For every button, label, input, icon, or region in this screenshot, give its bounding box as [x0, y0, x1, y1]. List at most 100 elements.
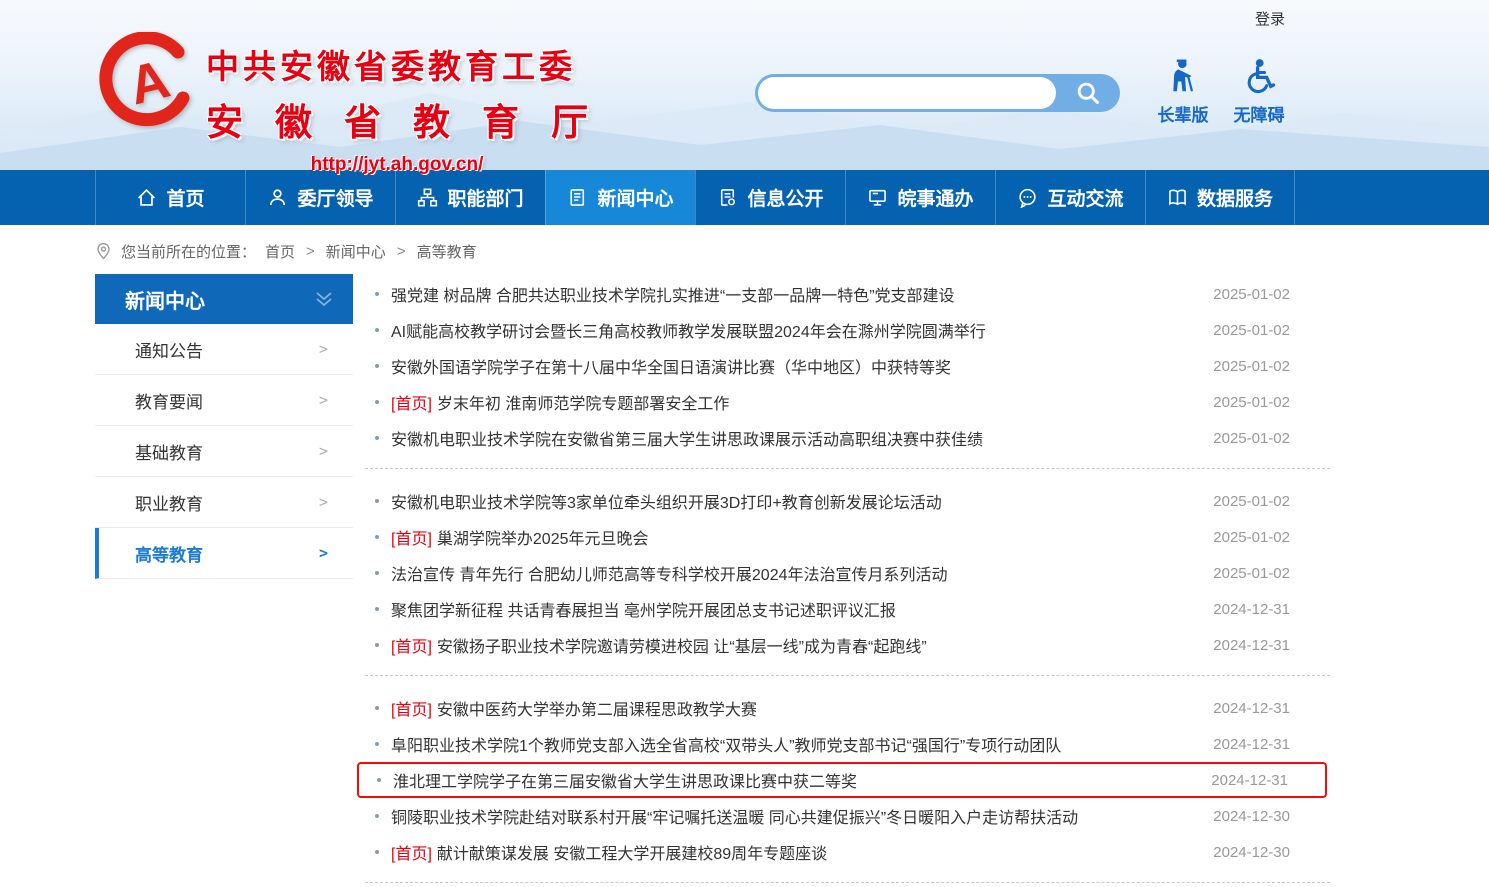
- chevron-right-icon: >: [319, 340, 328, 358]
- news-item[interactable]: 聚焦团学新征程 共话青春展担当 亳州学院开展团总支书记述职评议汇报 2024-1…: [365, 591, 1330, 627]
- sidebar-item-notices[interactable]: 通知公告 >: [95, 324, 353, 375]
- news-item[interactable]: 强党建 树品牌 合肥共达职业技术学院扎实推进“一支部一品牌一特色”党支部建设 2…: [365, 276, 1330, 312]
- location-pin-icon: [95, 242, 112, 261]
- news-title[interactable]: 聚焦团学新征程 共话青春展担当 亳州学院开展团总支书记述职评议汇报: [391, 597, 896, 621]
- bullet-dot: [375, 292, 379, 296]
- nav-item-info[interactable]: 信息公开: [695, 170, 845, 225]
- nav-item-services[interactable]: 皖事通办: [845, 170, 995, 225]
- bullet-dot: [375, 364, 379, 368]
- chat-icon: [1017, 187, 1038, 208]
- login-link[interactable]: 登录: [1255, 8, 1285, 29]
- breadcrumb-current[interactable]: 高等教育: [417, 241, 477, 262]
- news-item[interactable]: [首页] 安徽扬子职业技术学院邀请劳模进校园 让“基层一线”成为青春“起跑线” …: [365, 627, 1330, 663]
- bullet-dot: [375, 643, 379, 647]
- news-title[interactable]: 强党建 树品牌 合肥共达职业技术学院扎实推进“一支部一品牌一特色”党支部建设: [391, 282, 955, 306]
- news-date: 2025-01-02: [1193, 565, 1290, 582]
- news-title[interactable]: 献计献策谋发展 安徽工程大学开展建校89周年专题座谈: [437, 840, 827, 864]
- elder-version-label: 长辈版: [1148, 101, 1218, 126]
- bullet-dot: [375, 571, 379, 575]
- news-title[interactable]: 法治宣传 青年先行 合肥幼儿师范高等专科学校开展2024年法治宣传月系列活动: [391, 561, 948, 585]
- bullet-dot: [375, 535, 379, 539]
- monitor-icon: [867, 187, 888, 208]
- news-title[interactable]: 淮北理工学院学子在第三届安徽省大学生讲思政课比赛中获二等奖: [393, 768, 857, 792]
- news-item[interactable]: 安徽外国语学院学子在第十八届中华全国日语演讲比赛（华中地区）中获特等奖 2025…: [365, 348, 1330, 384]
- news-title[interactable]: 安徽扬子职业技术学院邀请劳模进校园 让“基层一线”成为青春“起跑线”: [437, 633, 927, 657]
- breadcrumb-home[interactable]: 首页: [265, 241, 295, 262]
- news-date: 2024-12-31: [1191, 772, 1288, 789]
- site-banner: 登录 A 中共安徽省委教育工委 安徽省教育厅 http://jyt.ah.gov…: [0, 0, 1489, 170]
- news-date: 2024-12-31: [1193, 601, 1290, 618]
- nav-item-data[interactable]: 数据服务: [1145, 170, 1295, 225]
- news-list: 强党建 树品牌 合肥共达职业技术学院扎实推进“一支部一品牌一特色”党支部建设 2…: [365, 274, 1330, 883]
- elder-version-button[interactable]: 长辈版: [1148, 58, 1218, 126]
- nav-item-news[interactable]: 新闻中心: [545, 170, 695, 225]
- nav-label: 首页: [166, 184, 204, 211]
- news-group: 安徽机电职业技术学院等3家单位牵头组织开展3D打印+教育创新发展论坛活动 202…: [365, 469, 1330, 676]
- news-date: 2025-01-02: [1193, 358, 1290, 375]
- person-icon: [267, 187, 288, 208]
- news-item[interactable]: [首页] 安徽中医药大学举办第二届课程思政教学大赛 2024-12-31: [365, 690, 1330, 726]
- sidebar-item-vocational-edu[interactable]: 职业教育 >: [95, 477, 353, 528]
- search-button[interactable]: [1056, 74, 1120, 112]
- news-item[interactable]: [首页] 岁末年初 淮南师范学院专题部署安全工作 2025-01-02: [365, 384, 1330, 420]
- news-icon: [567, 187, 588, 208]
- news-title[interactable]: 安徽中医药大学举办第二届课程思政教学大赛: [437, 696, 757, 720]
- news-tag: [首页]: [391, 633, 432, 657]
- sidebar-header[interactable]: 新闻中心: [95, 274, 353, 324]
- breadcrumb-news-center[interactable]: 新闻中心: [326, 241, 386, 262]
- news-title[interactable]: AI赋能高校教学研讨会暨长三角高校教师教学发展联盟2024年会在滁州学院圆满举行: [391, 318, 986, 342]
- nav-label: 新闻中心: [597, 184, 673, 211]
- news-title[interactable]: 安徽机电职业技术学院在安徽省第三届大学生讲思政课展示活动高职组决赛中获佳绩: [391, 426, 983, 450]
- news-item[interactable]: 阜阳职业技术学院1个教师党支部入选全省高校“双带头人”教师党支部书记“强国行”专…: [365, 726, 1330, 762]
- sidebar-item-label: 基础教育: [135, 439, 203, 464]
- news-date: 2025-01-02: [1193, 493, 1290, 510]
- breadcrumb-separator: >: [306, 243, 315, 260]
- nav-label: 数据服务: [1197, 184, 1273, 211]
- chevron-right-icon: >: [319, 493, 328, 511]
- nav-item-home[interactable]: 首页: [95, 170, 245, 225]
- news-title[interactable]: 阜阳职业技术学院1个教师党支部入选全省高校“双带头人”教师党支部书记“强国行”专…: [391, 732, 1061, 756]
- news-item[interactable]: [首页] 巢湖学院举办2025年元旦晚会 2025-01-02: [365, 519, 1330, 555]
- news-tag: [首页]: [391, 696, 432, 720]
- sidebar-item-label: 通知公告: [135, 337, 203, 362]
- bullet-dot: [375, 400, 379, 404]
- sidebar-item-edu-news[interactable]: 教育要闻 >: [95, 375, 353, 426]
- nav-label: 互动交流: [1047, 184, 1123, 211]
- news-tag: [首页]: [391, 840, 432, 864]
- nav-item-leaders[interactable]: 委厅领导: [245, 170, 395, 225]
- site-logo-icon: A: [98, 32, 198, 132]
- elder-person-icon: [1166, 58, 1200, 94]
- news-title[interactable]: 安徽外国语学院学子在第十八届中华全国日语演讲比赛（华中地区）中获特等奖: [391, 354, 951, 378]
- news-item[interactable]: 铜陵职业技术学院赴结对联系村开展“牢记嘱托送温暖 同心共建促振兴”冬日暖阳入户走…: [365, 798, 1330, 834]
- news-title[interactable]: 巢湖学院举办2025年元旦晚会: [437, 525, 649, 549]
- nav-item-interaction[interactable]: 互动交流: [995, 170, 1145, 225]
- sidebar-item-basic-edu[interactable]: 基础教育 >: [95, 426, 353, 477]
- news-title[interactable]: 岁末年初 淮南师范学院专题部署安全工作: [437, 390, 729, 414]
- news-item[interactable]: 安徽机电职业技术学院在安徽省第三届大学生讲思政课展示活动高职组决赛中获佳绩 20…: [365, 420, 1330, 456]
- site-url: http://jyt.ah.gov.cn/: [206, 154, 588, 176]
- sidebar-item-higher-edu[interactable]: 高等教育 >: [95, 528, 353, 579]
- book-icon: [1167, 187, 1188, 208]
- main-nav: 首页 委厅领导 职能部门 新闻中心 信息公开: [0, 170, 1489, 225]
- news-title[interactable]: 铜陵职业技术学院赴结对联系村开展“牢记嘱托送温暖 同心共建促振兴”冬日暖阳入户走…: [391, 804, 1078, 828]
- news-date: 2024-12-30: [1193, 844, 1290, 861]
- accessibility-button[interactable]: 无障碍: [1224, 58, 1294, 126]
- news-item[interactable]: AI赋能高校教学研讨会暨长三角高校教师教学发展联盟2024年会在滁州学院圆满举行…: [365, 312, 1330, 348]
- news-item[interactable]: [首页] 献计献策谋发展 安徽工程大学开展建校89周年专题座谈 2024-12-…: [365, 834, 1330, 870]
- news-title[interactable]: 安徽机电职业技术学院等3家单位牵头组织开展3D打印+教育创新发展论坛活动: [391, 489, 942, 513]
- search-input[interactable]: [758, 77, 1056, 109]
- home-icon: [136, 187, 157, 208]
- svg-text:A: A: [123, 49, 175, 117]
- news-item[interactable]: 法治宣传 青年先行 合肥幼儿师范高等专科学校开展2024年法治宣传月系列活动 2…: [365, 555, 1330, 591]
- news-item[interactable]: 安徽机电职业技术学院等3家单位牵头组织开展3D打印+教育创新发展论坛活动 202…: [365, 483, 1330, 519]
- news-date: 2025-01-02: [1193, 430, 1290, 447]
- bullet-dot: [375, 499, 379, 503]
- news-item-highlighted[interactable]: 淮北理工学院学子在第三届安徽省大学生讲思政课比赛中获二等奖 2024-12-31: [357, 762, 1327, 798]
- breadcrumb: 您当前所在的位置： 首页 > 新闻中心 > 高等教育: [95, 241, 1489, 262]
- nav-item-departments[interactable]: 职能部门: [395, 170, 545, 225]
- news-date: 2025-01-02: [1193, 394, 1290, 411]
- bullet-dot: [375, 607, 379, 611]
- nav-label: 委厅领导: [297, 184, 373, 211]
- news-tag: [首页]: [391, 390, 432, 414]
- org-title-line2: 安徽省教育厅: [206, 92, 588, 146]
